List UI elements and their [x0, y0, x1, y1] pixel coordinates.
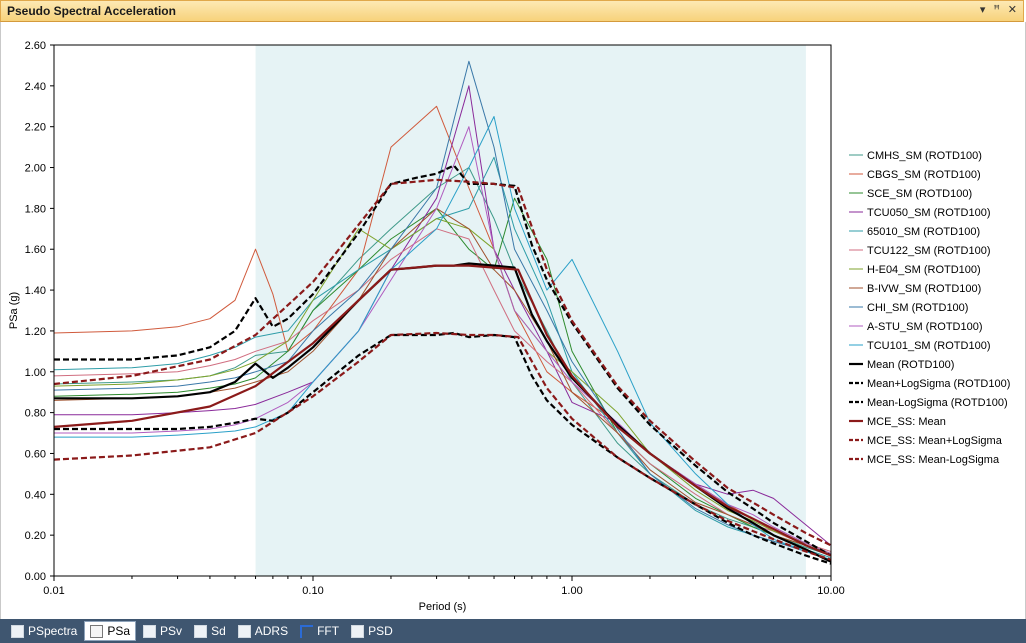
y-tick-label: 0.20	[25, 530, 46, 542]
view-tab-bar: PSpectra PSa PSv Sd ADRS FFT PSD	[0, 619, 1026, 643]
tab-psa[interactable]: PSa	[84, 621, 137, 641]
x-axis-label: Period (s)	[419, 601, 467, 613]
tab-label: PSD	[368, 624, 393, 638]
legend-entry: TCU050_SM (ROTD100)	[867, 207, 990, 219]
y-tick-label: 2.20	[25, 122, 46, 134]
pin-icon[interactable]: ꟸ	[993, 3, 999, 16]
x-tick-label: 0.10	[302, 585, 323, 597]
y-tick-label: 1.20	[25, 326, 46, 338]
tab-label: ADRS	[254, 624, 289, 638]
x-tick-label: 10.00	[817, 585, 845, 597]
tab-label: Sd	[211, 624, 226, 638]
legend-entry: Mean+LogSigma (ROTD100)	[867, 378, 1010, 390]
psv-icon	[143, 624, 157, 638]
dropdown-icon[interactable]: ▾	[980, 3, 986, 16]
legend-entry: MCE_SS: Mean+LogSigma	[867, 435, 1003, 447]
y-tick-label: 0.60	[25, 448, 46, 460]
tab-label: PSa	[107, 624, 131, 638]
legend-entry: A-STU_SM (ROTD100)	[867, 321, 983, 333]
tab-adrs[interactable]: ADRS	[233, 621, 293, 641]
legend-entry: TCU101_SM (ROTD100)	[867, 340, 990, 352]
sd-icon	[194, 624, 208, 638]
close-icon[interactable]: ✕	[1008, 3, 1017, 16]
psa-chart: 0.00 0.20 0.40 0.60 0.80 1.00 1.20 1.40 1.60 1.80…	[8, 40, 1010, 613]
y-tick-label: 0.40	[25, 489, 46, 501]
y-tick-label: 0.80	[25, 408, 46, 420]
tab-pspectra[interactable]: PSpectra	[6, 621, 82, 641]
legend-entry: TCU122_SM (ROTD100)	[867, 245, 990, 257]
legend-entry: MCE_SS: Mean-LogSigma	[867, 454, 1000, 466]
legend: CMHS_SM (ROTD100) CBGS_SM (ROTD100) SCE_SM…	[849, 150, 1010, 466]
y-tick-label: 1.60	[25, 244, 46, 256]
fft-icon	[300, 624, 314, 638]
window-buttons: ▾ ꟸ ✕	[980, 3, 1017, 16]
chart-panel: 0.00 0.20 0.40 0.60 0.80 1.00 1.20 1.40 1.60 1.80…	[0, 22, 1026, 619]
x-tick-label: 0.01	[43, 585, 64, 597]
legend-entry: Mean-LogSigma (ROTD100)	[867, 397, 1008, 409]
legend-entry: Mean (ROTD100)	[867, 359, 954, 371]
y-tick-label: 2.40	[25, 81, 46, 93]
psd-icon	[351, 624, 365, 638]
y-tick-label: 1.80	[25, 203, 46, 215]
y-tick-label: 0.00	[25, 571, 46, 583]
x-tick-label: 1.00	[561, 585, 582, 597]
tab-label: PSv	[160, 624, 183, 638]
legend-entry: MCE_SS: Mean	[867, 416, 946, 428]
legend-entry: 65010_SM (ROTD100)	[867, 226, 980, 238]
psa-icon	[90, 624, 104, 638]
y-tick-label: 1.40	[25, 285, 46, 297]
legend-entry: SCE_SM (ROTD100)	[867, 188, 972, 200]
y-tick-label: 1.00	[25, 367, 46, 379]
pspectra-icon	[11, 624, 24, 638]
window-title: Pseudo Spectral Acceleration	[7, 4, 176, 18]
adrs-icon	[237, 624, 251, 638]
tab-label: FFT	[317, 624, 340, 638]
tab-psv[interactable]: PSv	[138, 621, 187, 641]
legend-entry: CHI_SM (ROTD100)	[867, 302, 968, 314]
tab-sd[interactable]: Sd	[189, 621, 231, 641]
legend-entry: B-IVW_SM (ROTD100)	[867, 283, 981, 295]
window-titlebar: Pseudo Spectral Acceleration ▾ ꟸ ✕	[0, 0, 1024, 22]
tab-psd[interactable]: PSD	[346, 621, 398, 641]
y-tick-label: 2.00	[25, 163, 46, 175]
legend-entry: CBGS_SM (ROTD100)	[867, 169, 981, 181]
y-tick-label: 2.60	[25, 40, 46, 52]
tab-label: PSpectra	[28, 624, 78, 638]
tab-fft[interactable]: FFT	[295, 621, 344, 641]
legend-entry: CMHS_SM (ROTD100)	[867, 150, 982, 162]
legend-entry: H-E04_SM (ROTD100)	[867, 264, 981, 276]
y-axis-label: PSa (g)	[8, 292, 20, 329]
